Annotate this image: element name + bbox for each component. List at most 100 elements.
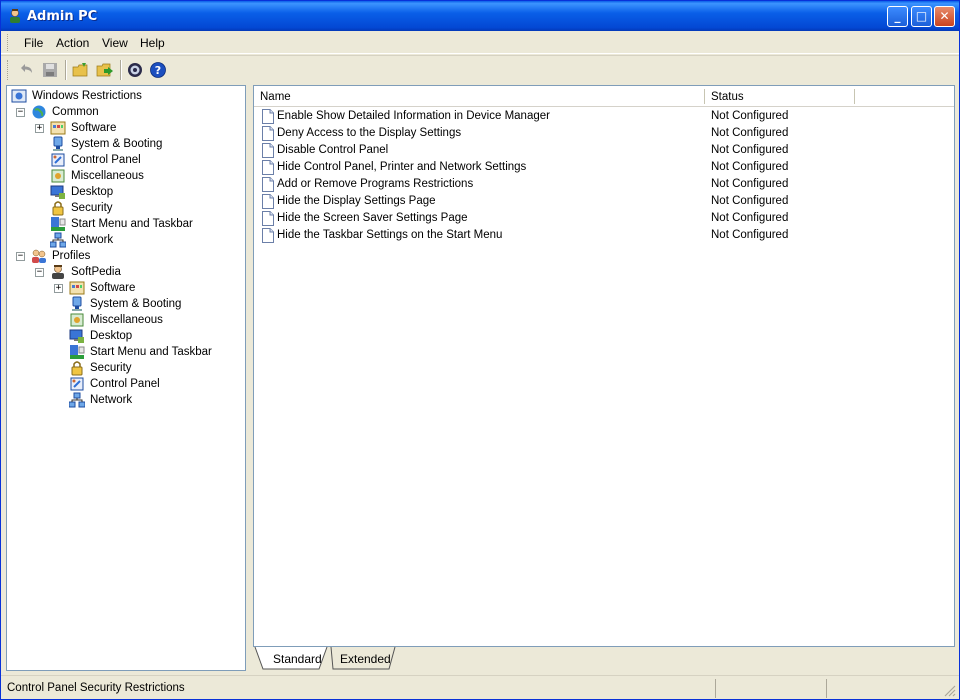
open-button[interactable] xyxy=(70,60,92,80)
resize-grip-icon[interactable] xyxy=(943,684,956,697)
column-header-status[interactable]: Status xyxy=(705,86,855,107)
menu-file[interactable]: File xyxy=(24,36,43,50)
desktop-icon xyxy=(50,185,65,199)
export-icon xyxy=(96,63,113,77)
toolbar: ? xyxy=(1,55,959,83)
settings-icon xyxy=(128,63,142,77)
tab-extended[interactable]: Extended xyxy=(331,647,395,669)
toolbar-separator xyxy=(120,60,122,80)
toolbar-separator xyxy=(65,60,67,80)
tree-item-label: Start Menu and Taskbar xyxy=(90,346,212,358)
list-item[interactable]: Add or Remove Programs Restrictions Not C… xyxy=(254,176,954,193)
list-item[interactable]: Hide Control Panel, Printer and Network … xyxy=(254,159,954,176)
tree-item-label: Control Panel xyxy=(71,154,141,166)
open-folder-icon xyxy=(72,63,88,77)
tree-item-label: Network xyxy=(71,234,114,246)
globe-icon xyxy=(32,105,46,119)
tab-label: Standard xyxy=(273,652,322,666)
save-button[interactable] xyxy=(39,60,61,80)
document-icon xyxy=(262,228,274,243)
user-profile-icon xyxy=(52,265,64,279)
profiles-icon xyxy=(32,249,46,263)
column-header-name[interactable]: Name xyxy=(254,86,705,107)
document-icon xyxy=(262,177,274,192)
list-item-status: Not Configured xyxy=(711,127,789,139)
save-icon xyxy=(43,63,57,77)
document-icon xyxy=(262,194,274,209)
document-icon xyxy=(262,211,274,226)
miscellaneous-icon xyxy=(51,169,65,183)
expand-profile-software-icon[interactable]: + xyxy=(54,284,63,293)
restrictions-list[interactable]: Name Status Enable Show Detailed Informa… xyxy=(253,85,955,647)
list-item-name: Add or Remove Programs Restrictions xyxy=(277,178,474,190)
title-bar[interactable]: Admin PC _ □ ✕ xyxy=(1,1,959,31)
list-item[interactable]: Enable Show Detailed Information in Devi… xyxy=(254,108,954,125)
menu-help[interactable]: Help xyxy=(140,36,165,50)
tree-item-label: Desktop xyxy=(71,186,114,198)
tree-profile-label: SoftPedia xyxy=(71,266,121,278)
list-item-name: Enable Show Detailed Information in Devi… xyxy=(277,110,550,122)
help-button[interactable]: ? xyxy=(147,60,169,80)
system-booting-icon xyxy=(53,136,63,151)
document-icon xyxy=(262,143,274,158)
control-panel-icon xyxy=(51,153,65,167)
desktop-icon xyxy=(69,329,84,343)
list-item-status: Not Configured xyxy=(711,110,789,122)
document-icon xyxy=(262,109,274,124)
list-item[interactable]: Disable Control Panel Not Configured xyxy=(254,142,954,159)
list-item-status: Not Configured xyxy=(711,161,789,173)
tree-common-label: Common xyxy=(52,106,99,118)
minimize-button[interactable]: _ xyxy=(887,6,908,27)
tree-item-label: Control Panel xyxy=(90,378,160,390)
tree-item-label: Miscellaneous xyxy=(71,170,144,182)
list-item-status: Not Configured xyxy=(711,229,789,241)
restrictions-tree[interactable]: Windows Restrictions − Common + Software… xyxy=(6,85,246,671)
export-button[interactable] xyxy=(94,60,116,80)
control-panel-icon xyxy=(70,377,84,391)
help-icon: ? xyxy=(150,62,166,78)
miscellaneous-icon xyxy=(70,313,84,327)
list-item[interactable]: Hide the Display Settings Page Not Config… xyxy=(254,193,954,210)
list-item[interactable]: Hide the Taskbar Settings on the Start M… xyxy=(254,227,954,244)
undo-button[interactable] xyxy=(15,60,37,80)
tree-item-label: System & Booting xyxy=(90,298,182,310)
status-bar: Control Panel Security Restrictions xyxy=(1,675,959,699)
start-menu-icon xyxy=(51,217,66,231)
document-icon xyxy=(262,160,274,175)
menubar-grip[interactable] xyxy=(7,34,10,51)
lock-icon xyxy=(52,201,64,216)
status-panel xyxy=(715,679,825,698)
document-icon xyxy=(262,126,274,141)
list-item[interactable]: Hide the Screen Saver Settings Page Not C… xyxy=(254,210,954,227)
toolbar-grip[interactable] xyxy=(7,60,10,80)
menu-action[interactable]: Action xyxy=(56,36,89,50)
collapse-profiles-icon[interactable]: − xyxy=(16,252,25,261)
list-item[interactable]: Deny Access to the Display Settings Not C… xyxy=(254,125,954,142)
network-icon xyxy=(69,392,85,408)
tree-item-label: Security xyxy=(71,202,113,214)
tree-item-label: Network xyxy=(90,394,133,406)
start-menu-icon xyxy=(70,345,85,359)
list-item-status: Not Configured xyxy=(711,178,789,190)
menu-view[interactable]: View xyxy=(102,36,128,50)
list-item-name: Deny Access to the Display Settings xyxy=(277,127,462,139)
status-text: Control Panel Security Restrictions xyxy=(7,682,185,694)
tree-profiles-label: Profiles xyxy=(52,250,91,262)
maximize-button[interactable]: □ xyxy=(911,6,932,27)
tree-root-label: Windows Restrictions xyxy=(32,90,142,102)
system-booting-icon xyxy=(72,296,82,311)
close-button[interactable]: ✕ xyxy=(934,6,955,27)
tree-item-label: Software xyxy=(90,282,136,294)
undo-icon xyxy=(21,64,32,73)
collapse-common-icon[interactable]: − xyxy=(16,108,25,117)
software-icon xyxy=(50,121,66,135)
windows-restrictions-icon xyxy=(11,89,27,103)
lock-icon xyxy=(71,361,83,376)
list-item-name: Hide the Screen Saver Settings Page xyxy=(277,212,468,224)
settings-button[interactable] xyxy=(124,60,146,80)
tab-standard[interactable]: Standard xyxy=(261,647,325,669)
collapse-softpedia-icon[interactable]: − xyxy=(35,268,44,277)
tree-item-label: Miscellaneous xyxy=(90,314,163,326)
tab-label: Extended xyxy=(340,652,391,666)
expand-common-software-icon[interactable]: + xyxy=(35,124,44,133)
